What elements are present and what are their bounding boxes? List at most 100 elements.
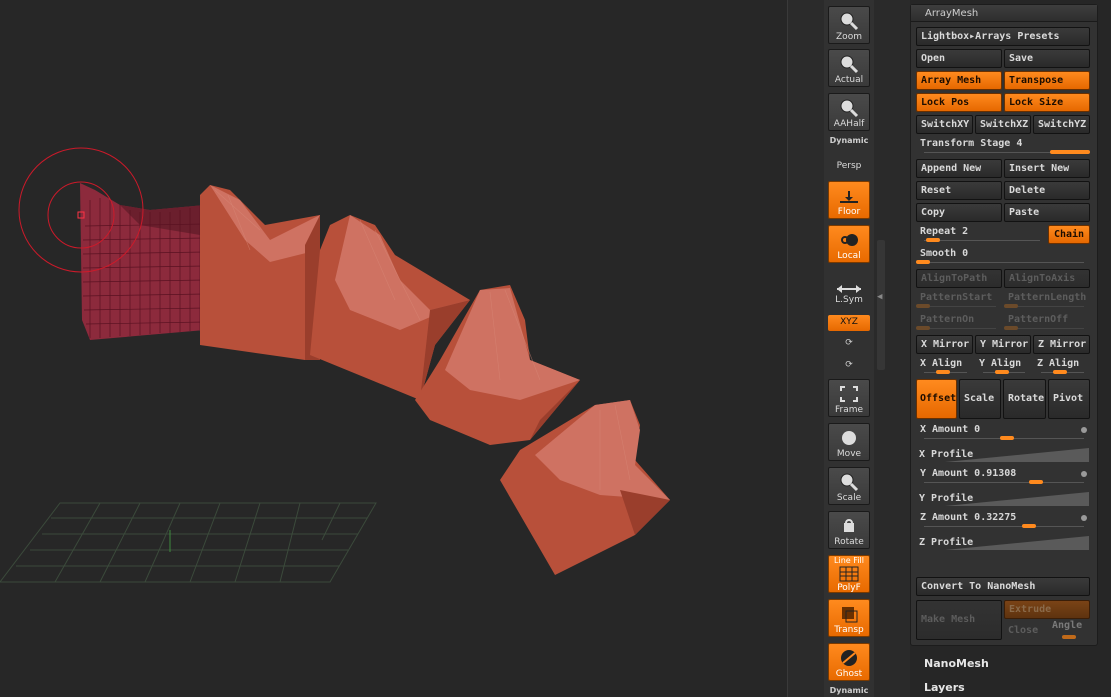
z-profile-label: Z Profile — [919, 537, 974, 548]
aahalf-button[interactable]: AAHalf — [828, 93, 870, 131]
y-amount-dot[interactable] — [1081, 471, 1087, 477]
frame-button[interactable]: Frame — [828, 379, 870, 417]
close-label: Close — [1008, 625, 1039, 636]
align-to-path-button[interactable]: AlignToPath — [916, 269, 1002, 288]
open-button[interactable]: Open — [916, 49, 1002, 68]
append-new-button[interactable]: Append New — [916, 159, 1002, 178]
close-slider[interactable]: Close — [1004, 623, 1046, 643]
extrude-button[interactable]: Extrude — [1004, 600, 1090, 619]
lsym-icon — [829, 283, 869, 295]
persp-label: Persp — [836, 161, 862, 171]
x-amount-slider[interactable]: X Amount 0 — [916, 424, 1090, 444]
pivot-tab[interactable]: Pivot — [1048, 379, 1090, 419]
transparency-icon — [829, 603, 869, 625]
pattern-off-slider[interactable]: PatternOff — [1004, 314, 1090, 334]
transp-button[interactable]: Transp — [828, 599, 870, 637]
pattern-length-slider[interactable]: PatternLength — [1004, 292, 1090, 312]
transform-stage-slider[interactable]: Transform Stage 4 — [916, 138, 1090, 158]
linefill-label: Line Fill — [834, 556, 864, 565]
z-amount-label: Z Amount 0.32275 — [920, 512, 1017, 523]
switch-xy-button[interactable]: SwitchXY — [916, 115, 973, 134]
x-profile-label: X Profile — [919, 449, 974, 460]
move-button[interactable]: Move — [828, 423, 870, 461]
scale-label: Scale — [836, 493, 862, 503]
smooth-slider[interactable]: Smooth 0 — [916, 248, 1090, 268]
polyf-button[interactable]: Line Fill PolyF — [828, 555, 870, 593]
y-align-slider[interactable]: Y Align — [975, 358, 1031, 378]
layers-subpalette[interactable]: Layers — [924, 681, 965, 694]
scale-tab[interactable]: Scale — [959, 379, 1001, 419]
tray-divider[interactable]: ◀ — [874, 0, 910, 697]
chain-toggle[interactable]: Chain — [1048, 225, 1090, 244]
pattern-on-label: PatternOn — [920, 314, 975, 325]
floor-button[interactable]: Floor — [828, 181, 870, 219]
rotate-tab[interactable]: Rotate — [1003, 379, 1046, 419]
panel-title[interactable]: ArrayMesh — [911, 5, 1097, 22]
switch-yz-button[interactable]: SwitchYZ — [1033, 115, 1090, 134]
align-to-axis-button[interactable]: AlignToAxis — [1004, 269, 1090, 288]
angle-slider[interactable]: Angle — [1048, 620, 1090, 640]
zoom-icon — [829, 10, 869, 32]
z-align-label: Z Align — [1037, 358, 1080, 369]
zoom-label: Zoom — [836, 32, 862, 42]
right-shelf: Zoom Actual AAHalf Dynamic Persp Floor L… — [824, 0, 874, 697]
transpose-toggle[interactable]: Transpose — [1004, 71, 1090, 90]
insert-new-button[interactable]: Insert New — [1004, 159, 1090, 178]
z-amount-slider[interactable]: Z Amount 0.32275 — [916, 512, 1090, 532]
repeat-slider[interactable]: Repeat 2 — [916, 226, 1046, 246]
switch-xz-button[interactable]: SwitchXZ — [975, 115, 1031, 134]
z-mirror-button[interactable]: Z Mirror — [1033, 335, 1090, 354]
convert-to-nanomesh-button[interactable]: Convert To NanoMesh — [916, 577, 1090, 596]
z-align-slider[interactable]: Z Align — [1033, 358, 1090, 378]
hand-icon — [829, 427, 869, 449]
x-amount-dot[interactable] — [1081, 427, 1087, 433]
array-mesh-toggle[interactable]: Array Mesh — [916, 71, 1002, 90]
tray-scroll-handle[interactable] — [877, 240, 885, 370]
y-amount-slider[interactable]: Y Amount 0.91308 — [916, 468, 1090, 488]
x-align-slider[interactable]: X Align — [916, 358, 973, 378]
scale-button[interactable]: Scale — [828, 467, 870, 505]
z-amount-dot[interactable] — [1081, 515, 1087, 521]
pattern-on-slider[interactable]: PatternOn — [916, 314, 1002, 334]
save-button[interactable]: Save — [1004, 49, 1090, 68]
ghost-label: Ghost — [835, 669, 863, 679]
persp-button[interactable]: Persp — [828, 144, 870, 172]
actual-size-icon — [829, 53, 869, 75]
canvas-viewport[interactable] — [0, 0, 788, 697]
pattern-start-slider[interactable]: PatternStart — [916, 292, 1002, 312]
xyz-button[interactable]: XYZ — [828, 315, 870, 331]
x-amount-label: X Amount 0 — [920, 424, 981, 435]
nanomesh-subpalette[interactable]: NanoMesh — [924, 657, 989, 670]
local-button[interactable]: Local — [828, 225, 870, 263]
x-mirror-button[interactable]: X Mirror — [916, 335, 973, 354]
zoom-button[interactable]: Zoom — [828, 6, 870, 44]
ghost-button[interactable]: Ghost — [828, 643, 870, 681]
lightbox-arrays-presets-button[interactable]: Lightbox▸Arrays Presets — [916, 27, 1090, 46]
repeat-label: Repeat 2 — [920, 226, 969, 237]
lsym-button[interactable]: L.Sym — [828, 280, 870, 308]
transp-label: Transp — [834, 625, 864, 635]
lsym-label: L.Sym — [835, 295, 863, 305]
actual-button[interactable]: Actual — [828, 49, 870, 87]
delete-button[interactable]: Delete — [1004, 181, 1090, 200]
rotate-button[interactable]: Rotate — [828, 511, 870, 549]
y-axis-rotate-icon[interactable]: ⟳ — [828, 336, 870, 352]
offset-tab[interactable]: Offset — [916, 379, 957, 419]
copy-button[interactable]: Copy — [916, 203, 1002, 222]
y-profile-curve[interactable]: Y Profile — [915, 490, 1089, 506]
paste-button[interactable]: Paste — [1004, 203, 1090, 222]
rotate-label: Rotate — [834, 537, 864, 547]
reset-button[interactable]: Reset — [916, 181, 1002, 200]
z-axis-rotate-icon[interactable]: ⟳ — [828, 358, 870, 374]
collapse-arrow-icon[interactable]: ◀ — [877, 292, 882, 302]
polyframe-icon — [829, 565, 869, 583]
lock-pos-toggle[interactable]: Lock Pos — [916, 93, 1002, 112]
pattern-off-label: PatternOff — [1008, 314, 1069, 325]
x-profile-curve[interactable]: X Profile — [915, 446, 1089, 462]
make-mesh-button[interactable]: Make Mesh — [916, 600, 1002, 640]
lock-size-toggle[interactable]: Lock Size — [1004, 93, 1090, 112]
y-mirror-button[interactable]: Y Mirror — [975, 335, 1031, 354]
y-align-label: Y Align — [979, 358, 1022, 369]
y-profile-label: Y Profile — [919, 493, 974, 504]
z-profile-curve[interactable]: Z Profile — [915, 534, 1089, 550]
